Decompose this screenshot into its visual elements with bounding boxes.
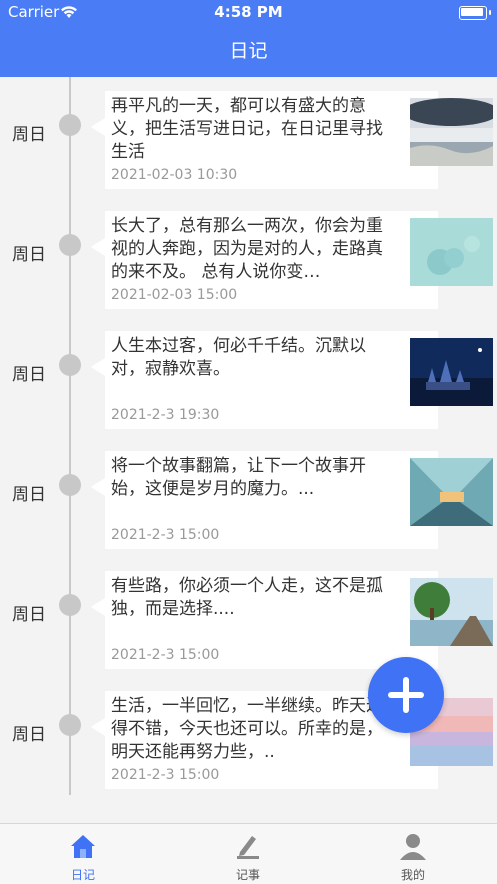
entry-date: 2021-2-3 19:30 — [111, 407, 220, 423]
entry-weekday: 周日 — [12, 605, 46, 625]
glass-bridge-image — [410, 458, 493, 526]
entry-card[interactable]: 有些路，你必须一个人走，这不是孤独，而是选择.... 2021-2-3 15:0… — [105, 571, 438, 669]
card-pointer — [91, 118, 105, 136]
page-title: 日记 — [229, 40, 268, 62]
user-icon — [400, 834, 426, 860]
tab-diary[interactable]: 日记 — [33, 824, 133, 884]
tab-mine[interactable]: 我的 — [363, 824, 463, 884]
card-pointer — [91, 238, 105, 256]
plus-icon — [388, 677, 424, 713]
tab-bar: 日记 记事 我的 — [0, 823, 497, 884]
entry-text: 长大了，总有那么一两次，你会为重视的人奔跑，因为是对的人，走路真的来不及。 总有… — [111, 216, 383, 282]
clock: 4:58 PM — [214, 3, 283, 21]
entry-text: 人生本过客，何必千千结。沉默以对，寂静欢喜。 — [111, 336, 366, 379]
diary-entry[interactable]: 周日 长大了，总有那么一两次，你会为重视的人奔跑，因为是对的人，走路真的来不及。… — [0, 197, 497, 309]
card-pointer — [91, 718, 105, 736]
battery-icon — [459, 6, 487, 20]
timeline-dot — [59, 234, 81, 256]
entry-date: 2021-2-3 15:00 — [111, 647, 220, 663]
card-pointer — [91, 358, 105, 376]
timeline-dot — [59, 714, 81, 736]
entry-date: 2021-2-3 15:00 — [111, 767, 220, 783]
entry-weekday: 周日 — [12, 725, 46, 745]
entry-text: 将一个故事翻篇，让下一个故事开始，这便是岁月的魔力。... — [111, 456, 366, 499]
diary-entry[interactable]: 周日 有些路，你必须一个人走，这不是孤独，而是选择.... 2021-2-3 1… — [0, 557, 497, 669]
diary-entry[interactable]: 周日 将一个故事翻篇，让下一个故事开始，这便是岁月的魔力。... 2021-2-… — [0, 437, 497, 549]
nav-header: Carrier 4:58 PM 日记 — [0, 0, 497, 77]
card-pointer — [91, 598, 105, 616]
timeline-dot — [59, 354, 81, 376]
timeline-dot — [59, 474, 81, 496]
entry-card[interactable]: 再平凡的一天，都可以有盛大的意义，把生活写进日记，在日记里寻找生活 2021-0… — [105, 91, 438, 189]
timeline-dot — [59, 114, 81, 136]
entry-date: 2021-2-3 15:00 — [111, 527, 220, 543]
diary-entry[interactable]: 周日 人生本过客，何必千千结。沉默以对，寂静欢喜。 2021-2-3 19:30 — [0, 317, 497, 429]
entry-text: 生活，一半回忆，一半继续。昨天过得不错，今天也还可以。所幸的是，明天还能再努力些… — [111, 696, 383, 762]
planet-landscape-image — [410, 98, 493, 166]
teal-cloud-image — [410, 218, 493, 286]
diary-entry[interactable]: 周日 再平凡的一天，都可以有盛大的意义，把生活写进日记，在日记里寻找生活 202… — [0, 77, 497, 189]
status-bar: Carrier 4:58 PM — [0, 0, 497, 26]
entry-weekday: 周日 — [12, 365, 46, 385]
night-castle-image — [410, 338, 493, 406]
entry-weekday: 周日 — [12, 485, 46, 505]
entry-weekday: 周日 — [12, 245, 46, 265]
home-icon — [71, 835, 95, 858]
tab-notes[interactable]: 记事 — [198, 824, 298, 884]
entry-card[interactable]: 将一个故事翻篇，让下一个故事开始，这便是岁月的魔力。... 2021-2-3 1… — [105, 451, 438, 549]
add-entry-button[interactable] — [368, 657, 444, 733]
timeline-dot — [59, 594, 81, 616]
entry-text: 再平凡的一天，都可以有盛大的意义，把生活写进日记，在日记里寻找生活 — [111, 96, 383, 162]
edit-note-icon — [237, 836, 259, 859]
card-pointer — [91, 478, 105, 496]
tab-label: 记事 — [235, 868, 260, 882]
entry-card[interactable]: 长大了，总有那么一两次，你会为重视的人奔跑，因为是对的人，走路真的来不及。 总有… — [105, 211, 438, 309]
tree-pier-image — [410, 578, 493, 646]
tab-label: 日记 — [70, 868, 95, 882]
entry-weekday: 周日 — [12, 125, 46, 145]
entry-date: 2021-02-03 15:00 — [111, 287, 238, 303]
entry-card[interactable]: 人生本过客，何必千千结。沉默以对，寂静欢喜。 2021-2-3 19:30 — [105, 331, 438, 429]
battery-tip — [489, 10, 491, 15]
entry-date: 2021-02-03 10:30 — [111, 167, 238, 183]
entry-text: 有些路，你必须一个人走，这不是孤独，而是选择.... — [111, 576, 383, 619]
tab-label: 我的 — [400, 868, 425, 882]
